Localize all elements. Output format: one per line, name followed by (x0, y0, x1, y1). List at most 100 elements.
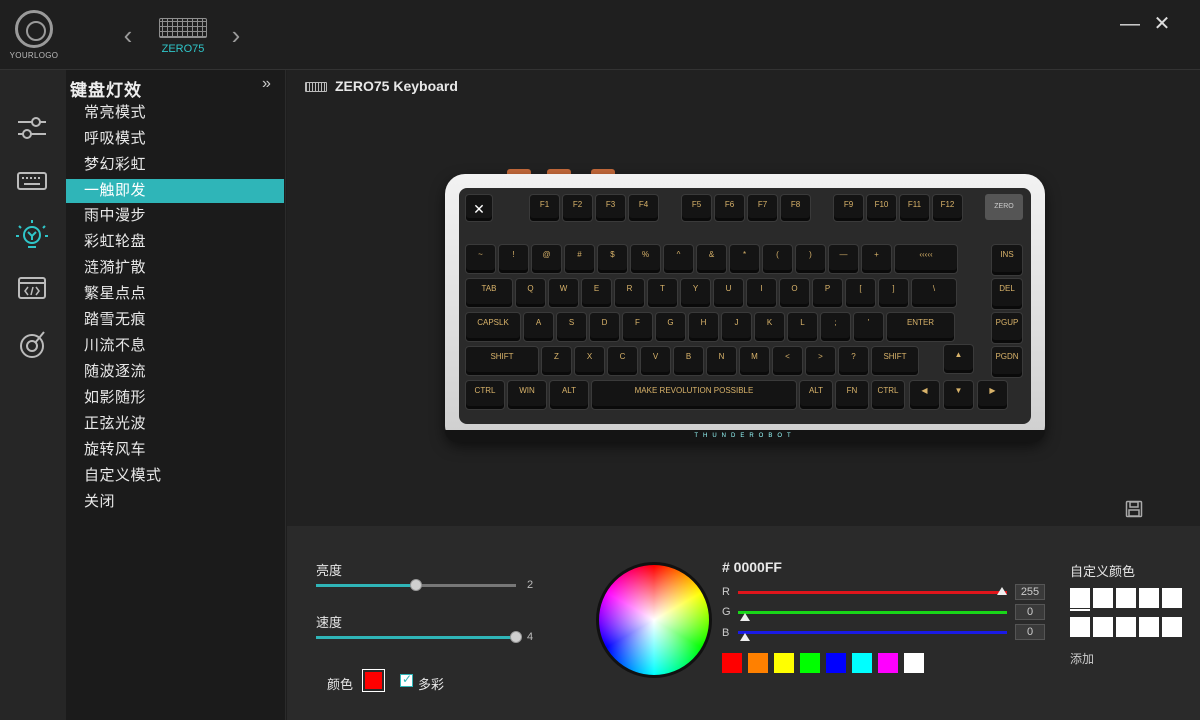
blue-slider[interactable] (738, 631, 1007, 641)
effect-item[interactable]: 踏雪无痕 (66, 307, 284, 333)
app-logo: YOURLOGO (8, 8, 60, 66)
keycap: N (706, 346, 737, 376)
brightness-thumb[interactable] (410, 579, 422, 591)
keycap: CAPSLK (465, 312, 521, 342)
keycap: E (581, 278, 612, 308)
brightness-slider[interactable] (316, 579, 516, 591)
color-wheel[interactable] (596, 562, 712, 678)
keycap: ! (498, 244, 529, 274)
speed-thumb[interactable] (510, 631, 522, 643)
effect-item[interactable]: 随波逐流 (66, 359, 284, 385)
keycap: [ (845, 278, 876, 308)
custom-color-slot[interactable] (1070, 617, 1090, 637)
next-device-button[interactable]: › (226, 22, 246, 50)
color-label: 颜色 (327, 677, 354, 692)
effect-item[interactable]: 雨中漫步 (66, 203, 284, 229)
preset-color[interactable] (722, 653, 742, 673)
effect-item[interactable]: 川流不息 (66, 333, 284, 359)
custom-color-slot[interactable] (1093, 617, 1113, 637)
keycap: ~ (465, 244, 496, 274)
keycap: DEL (991, 278, 1023, 310)
keycap: > (805, 346, 836, 376)
effect-item[interactable]: 如影随形 (66, 385, 284, 411)
keycap: F6 (714, 194, 745, 222)
previous-device-button[interactable]: ‹ (118, 22, 138, 50)
close-button[interactable]: ✕ (1150, 12, 1174, 36)
green-slider[interactable] (738, 611, 1007, 621)
keyboard-render: ✕ F1 F2 F3 F4 F5 F6 F7 F8 F9 F10 F11 F12 ~! @ # $% ^ & *() —… (445, 169, 1045, 442)
red-input[interactable]: 255 (1015, 584, 1045, 600)
rail-item-macro[interactable] (14, 270, 50, 306)
save-icon[interactable] (1125, 500, 1143, 518)
effect-item[interactable]: 自定义模式 (66, 463, 284, 489)
lighting-controls: 亮度 2 速度 4 颜色 多彩 # 0000FF R 255 G 0 B 0 自… (287, 526, 1200, 720)
collapse-panel-button[interactable]: » (262, 75, 271, 93)
effect-item[interactable]: 梦幻彩虹 (66, 152, 284, 178)
speed-slider[interactable] (316, 631, 522, 643)
preset-color[interactable] (878, 653, 898, 673)
keycap: ALT (549, 380, 589, 410)
custom-color-slot[interactable] (1139, 617, 1159, 637)
effect-item[interactable]: 常亮模式 (66, 100, 284, 126)
preset-color[interactable] (826, 653, 846, 673)
keycap: $ (597, 244, 628, 274)
preset-color[interactable] (800, 653, 820, 673)
keycap: # (564, 244, 595, 274)
custom-color-slot[interactable] (1162, 588, 1182, 608)
color-swatch[interactable] (362, 669, 385, 692)
effect-item[interactable]: 正弦光波 (66, 411, 284, 437)
preset-color[interactable] (748, 653, 768, 673)
red-slider[interactable] (738, 587, 1007, 595)
device-selector[interactable]: ZERO75 (158, 18, 208, 58)
rail-item-keys[interactable] (14, 163, 50, 199)
green-thumb[interactable] (740, 613, 750, 621)
speed-fill (316, 636, 516, 639)
keyboard-icon (159, 18, 207, 38)
blue-thumb[interactable] (740, 633, 750, 641)
keycap: F1 (529, 194, 560, 222)
keycap: & (696, 244, 727, 274)
device-label: ZERO75 (161, 43, 205, 55)
rail-item-lighting[interactable] (14, 218, 50, 254)
multicolor-checkbox[interactable] (400, 672, 413, 687)
keycap: I (746, 278, 777, 308)
logo-text: YOURLOGO (9, 51, 59, 60)
keycap: ✕ (465, 194, 493, 222)
keyboard-preview-area: ZERO75 Keyboard ✕ F1 F2 F3 F4 F5 F6 F7 F8 F9 F10 F1… (287, 70, 1200, 526)
rail-item-settings[interactable] (14, 110, 50, 146)
keyboard-plate: ✕ F1 F2 F3 F4 F5 F6 F7 F8 F9 F10 F11 F12 ~! @ # $% ^ & *() —… (459, 188, 1031, 424)
keycap: T (647, 278, 678, 308)
minimize-button[interactable]: — (1118, 12, 1142, 36)
keycap: ; (820, 312, 851, 342)
preset-color[interactable] (852, 653, 872, 673)
red-thumb[interactable] (997, 587, 1007, 595)
brightness-label: 亮度 (316, 563, 343, 578)
keycap: FN (835, 380, 869, 410)
blue-input[interactable]: 0 (1015, 624, 1045, 640)
preset-color[interactable] (774, 653, 794, 673)
effect-item[interactable]: 彩虹轮盘 (66, 229, 284, 255)
effect-item[interactable]: 一触即发 (66, 179, 284, 203)
keycap: F8 (780, 194, 811, 222)
effect-item[interactable]: 涟漪扩散 (66, 255, 284, 281)
effect-item[interactable]: 旋转风车 (66, 437, 284, 463)
green-input[interactable]: 0 (1015, 604, 1045, 620)
custom-color-slot[interactable] (1093, 588, 1113, 608)
icon-rail (0, 70, 66, 720)
custom-color-slot[interactable] (1162, 617, 1182, 637)
effect-item[interactable]: 繁星点点 (66, 281, 284, 307)
keycap: ‹‹‹‹‹ (894, 244, 958, 274)
keyboard-title-text: ZERO75 Keyboard (335, 78, 458, 94)
custom-color-slot[interactable] (1070, 588, 1090, 611)
keycap: L (787, 312, 818, 342)
custom-color-slot[interactable] (1116, 588, 1136, 608)
keycap: MAKE REVOLUTION POSSIBLE (591, 380, 797, 410)
effect-item[interactable]: 关闭 (66, 489, 284, 515)
custom-color-slot[interactable] (1139, 588, 1159, 608)
add-custom-color-button[interactable]: 添加 (1070, 650, 1094, 667)
speed-label: 速度 (316, 615, 343, 630)
rail-item-performance[interactable] (14, 326, 50, 362)
effect-item[interactable]: 呼吸模式 (66, 126, 284, 152)
custom-color-slot[interactable] (1116, 617, 1136, 637)
preset-color[interactable] (904, 653, 924, 673)
